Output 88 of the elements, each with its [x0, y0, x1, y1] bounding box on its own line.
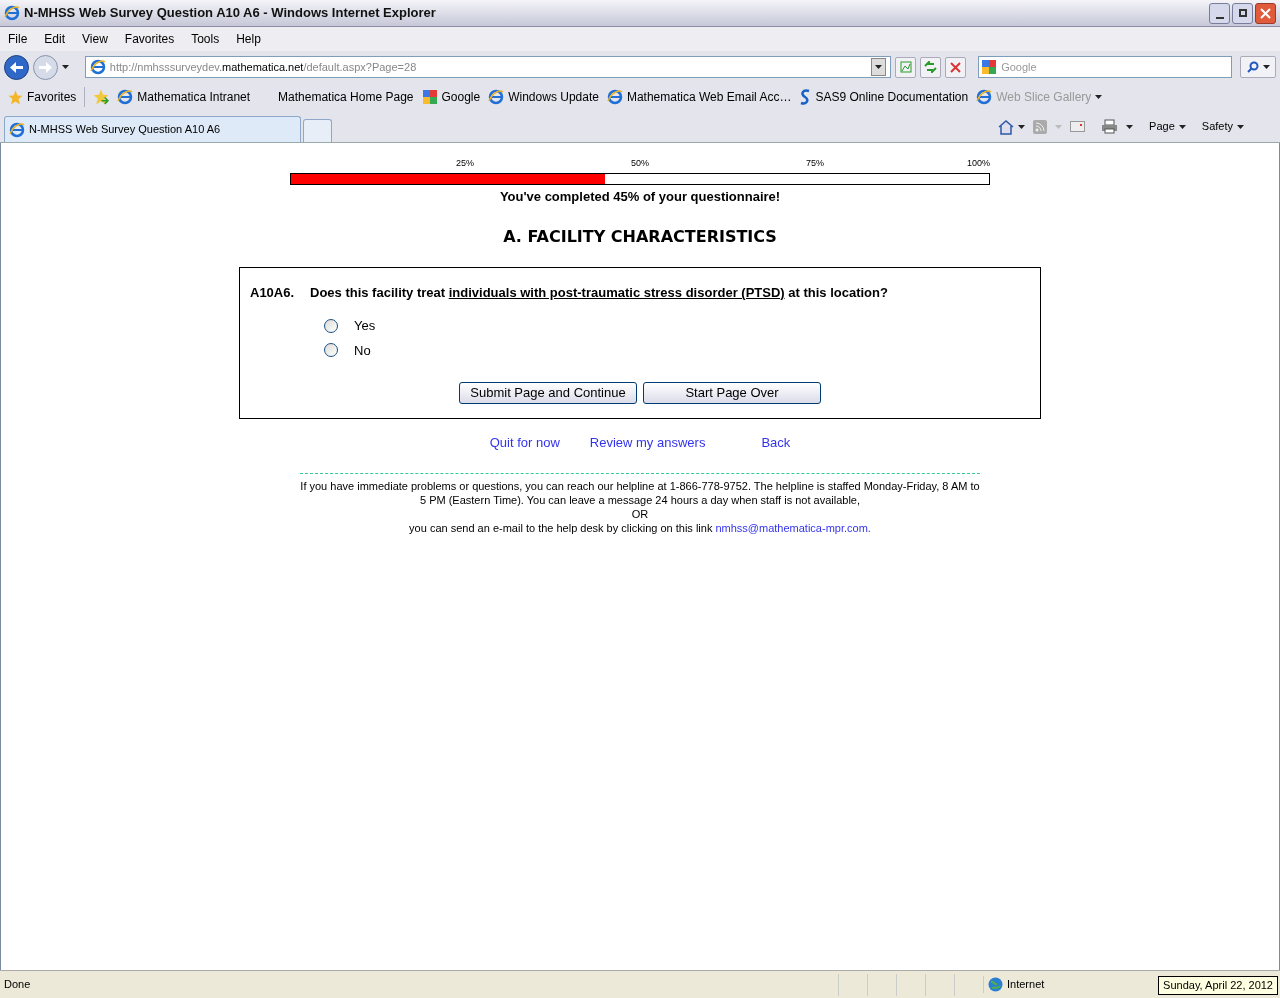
stop-icon: [950, 61, 962, 73]
progress-tick-label: 100%: [966, 157, 990, 170]
favorite-link[interactable]: Mathematica Home Page: [278, 88, 414, 106]
search-icon: [1246, 61, 1259, 73]
forward-arrow-icon: [38, 61, 52, 73]
favorite-link[interactable]: Google: [421, 88, 481, 106]
caret-icon: [1055, 124, 1063, 129]
command-menu[interactable]: Page: [1149, 118, 1186, 135]
menu-item[interactable]: Help: [236, 30, 261, 48]
caret-icon: [1095, 95, 1103, 99]
page-icon: [606, 89, 623, 105]
globe-icon: [988, 977, 1003, 992]
favorite-link[interactable]: Mathematica Intranet: [117, 88, 251, 106]
menu-item[interactable]: Edit: [44, 30, 66, 48]
menu-item[interactable]: View: [82, 30, 108, 48]
nav-link[interactable]: Review my answers: [589, 433, 706, 453]
google-icon: [981, 59, 998, 75]
tab-icon: [9, 121, 25, 138]
caret-icon: [1262, 65, 1270, 69]
search-button[interactable]: [1240, 56, 1276, 78]
progress-tick-label: 50%: [631, 157, 649, 170]
caret-icon: [1237, 124, 1244, 129]
add-favorite-icon[interactable]: [93, 89, 110, 105]
page-icon: [117, 89, 134, 105]
back-arrow-icon: [9, 61, 23, 73]
window-title: N-MHSS Web Survey Question A10 A6 - Windows Internet Explorer: [24, 4, 436, 23]
menu-item[interactable]: Tools: [191, 30, 220, 48]
browser-icon: [4, 5, 20, 21]
printer-icon: [1101, 119, 1119, 134]
caret-icon: [1126, 124, 1134, 129]
google-icon: [421, 89, 438, 105]
page-chart-icon: [899, 61, 912, 73]
stop-button[interactable]: [945, 56, 967, 78]
radio-button[interactable]: [324, 343, 338, 358]
question-text: Does this facility treat individuals with post-traumatic stress disorder (PTSD) at this location?: [310, 283, 888, 302]
favorite-link[interactable]: Mathematica Web Email Acc…: [606, 88, 792, 106]
caret-icon: [1178, 124, 1186, 129]
favorites-button[interactable]: Favorites: [8, 88, 77, 106]
restore-button[interactable]: [1232, 2, 1253, 24]
radio-button[interactable]: [324, 318, 338, 333]
sas-icon: [799, 89, 812, 105]
email-help-text: you can send an e-mail to the help desk by clicking on this link nmhss@mathematica-mpr.com.: [408, 520, 872, 535]
option-label: Yes: [354, 317, 376, 335]
command-menu[interactable]: Safety: [1201, 118, 1244, 135]
caret-icon: [61, 65, 69, 69]
zone-indicator: Internet: [983, 976, 1133, 993]
address-field[interactable]: http://nmhsssurveydev.mathematica.net/default.aspx?Page=28: [84, 56, 892, 78]
progress-tick-label: 25%: [456, 157, 474, 170]
option-label: No: [354, 341, 371, 360]
star-icon: [8, 89, 23, 105]
search-field[interactable]: Google: [978, 56, 1233, 78]
progress-tick-label: 75%: [806, 157, 824, 170]
page-icon: [89, 59, 106, 75]
nav-link[interactable]: Quit for now: [489, 433, 560, 453]
caret-icon: [1018, 124, 1026, 129]
form-button[interactable]: Submit Page and Continue: [459, 382, 637, 404]
nav-link[interactable]: Back: [761, 433, 791, 453]
menu-item[interactable]: Favorites: [124, 30, 175, 48]
restore-icon: [1238, 9, 1247, 17]
mail-icon[interactable]: [1070, 121, 1086, 132]
question-number: A10A6.: [250, 283, 296, 302]
minimize-button[interactable]: [1209, 2, 1230, 24]
back-button[interactable]: [4, 54, 29, 80]
home-button[interactable]: [998, 118, 1026, 135]
caret-icon: [875, 65, 883, 69]
print-button[interactable]: [1101, 119, 1134, 134]
tooltip: Sunday, April 22, 2012: [1158, 976, 1278, 995]
favorite-link[interactable]: Windows Update: [488, 88, 599, 106]
section-title: A. FACILITY CHARACTERISTICS: [503, 225, 777, 248]
status-text: Done: [3, 977, 32, 993]
close-icon: [1260, 7, 1271, 19]
browser-tab[interactable]: N-MHSS Web Survey Question A10 A6: [4, 116, 301, 142]
feed-icon: [1033, 119, 1048, 134]
page-icon: [488, 89, 505, 105]
refresh-icon: [924, 61, 938, 73]
close-button[interactable]: [1255, 2, 1276, 24]
progress-caption: You've completed 45% of your questionnaire!: [499, 188, 781, 206]
minimize-icon: [1215, 16, 1224, 19]
dropdown-button[interactable]: [871, 58, 887, 76]
form-button[interactable]: Start Page Over: [643, 382, 821, 404]
page-icon: [976, 89, 993, 105]
helpline-text: If you have immediate problems or questions, you can reach our helpline at 1-866-778-9752. The helpline is staffed Monday-Friday, 8 AM to 5 PM (Eastern Time). You can leave a message 24 hours a day when staff is not available,: [300, 478, 980, 507]
or-text: OR: [630, 506, 650, 521]
menu-item[interactable]: File: [8, 30, 28, 48]
home-icon: [998, 118, 1015, 135]
favorite-link[interactable]: SAS9 Online Documentation: [799, 88, 969, 106]
refresh-button[interactable]: [920, 56, 942, 78]
email-link[interactable]: nmhss@mathematica-mpr.com.: [715, 521, 871, 534]
